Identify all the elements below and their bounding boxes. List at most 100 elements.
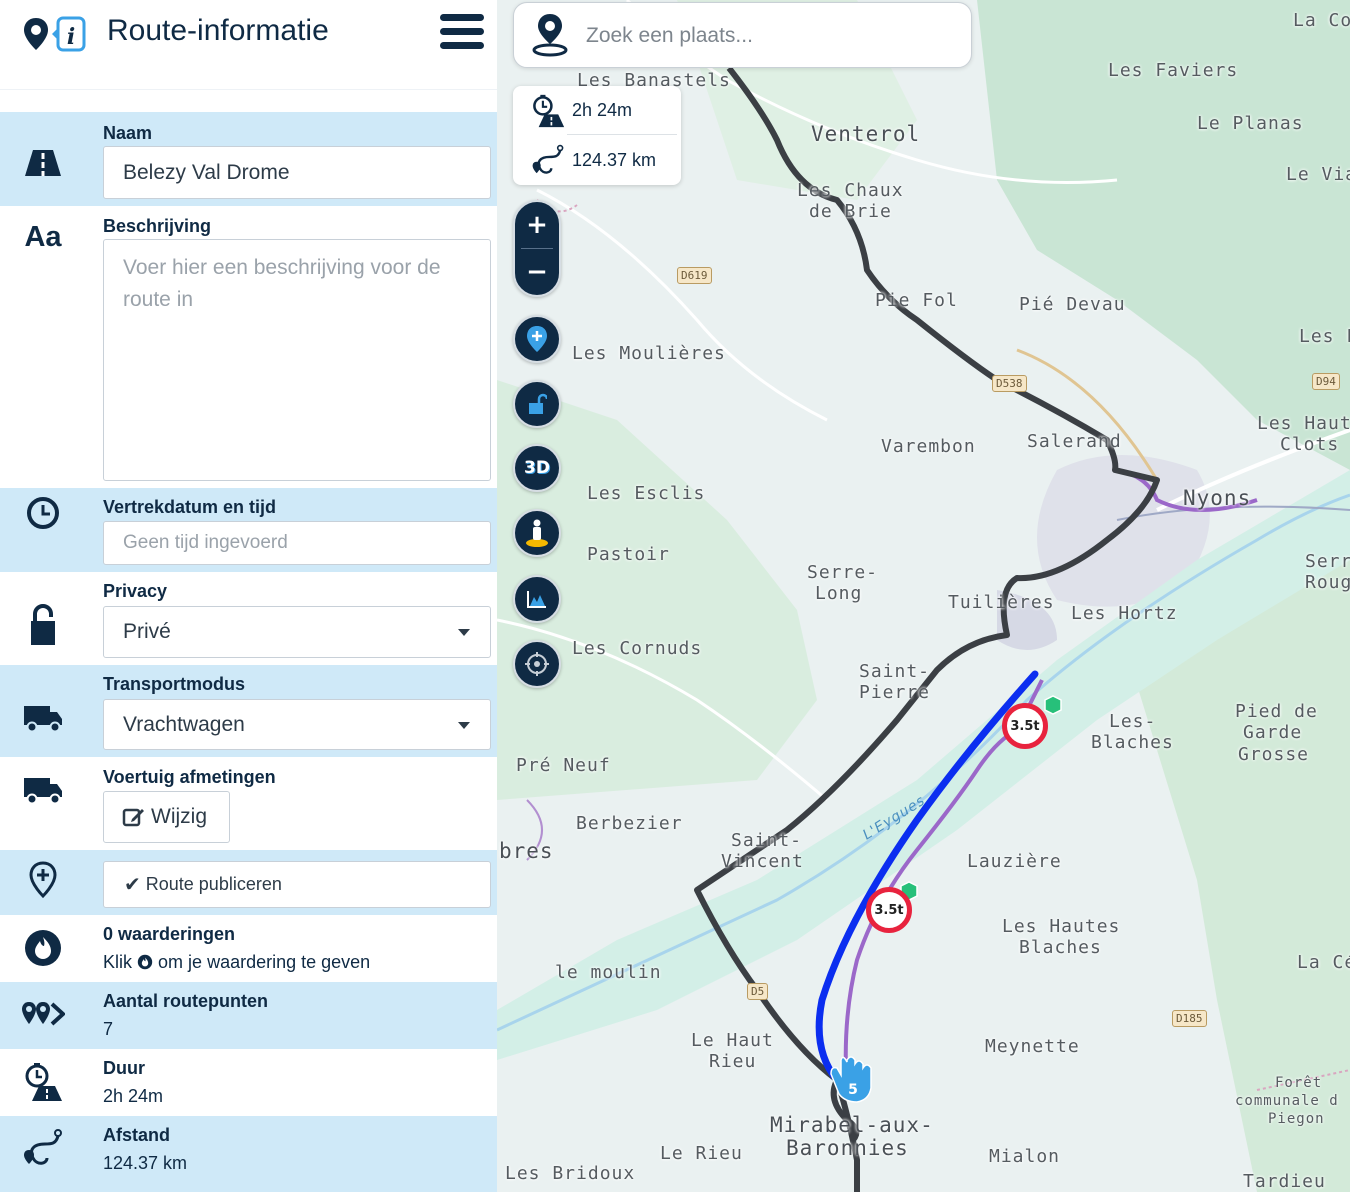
routepunten-label: Aantal routepunten bbox=[103, 991, 268, 1011]
add-location-icon bbox=[527, 326, 547, 352]
place-label: Les Hauts bbox=[1257, 413, 1350, 434]
unlock-icon bbox=[529, 393, 547, 414]
place-label: Mirabel-aux- bbox=[770, 1113, 934, 1137]
place-label: Pie Fol bbox=[875, 290, 958, 311]
distance-icon bbox=[532, 144, 564, 174]
svg-text:5: 5 bbox=[848, 1082, 858, 1098]
waarderingen-label: 0 waarderingen bbox=[103, 924, 236, 944]
app-window: i Route-informatie Naam Belezy Val Drome… bbox=[0, 0, 1350, 1192]
row-publiceren: ✔ Route publiceren bbox=[0, 850, 497, 915]
row-vertrek: Vertrekdatum en tijd bbox=[0, 488, 497, 572]
place-label: bres bbox=[499, 839, 554, 863]
place-label: Clots bbox=[1280, 434, 1340, 455]
waardering-hint: Klik om je waardering te geven bbox=[103, 952, 370, 973]
place-label: Grosse bbox=[1238, 744, 1310, 765]
waardering-hint-before: Klik bbox=[103, 952, 133, 972]
stats-distance: 124.37 km bbox=[572, 150, 657, 170]
wijzig-button[interactable]: Wijzig bbox=[103, 791, 230, 843]
row-naam: Naam Belezy Val Drome bbox=[0, 112, 497, 206]
row-transport: Transportmodus Vrachtwagen bbox=[0, 665, 497, 757]
place-label: Les Hortz bbox=[1071, 603, 1178, 624]
distance-icon bbox=[20, 1126, 66, 1172]
check-icon: ✔ bbox=[124, 874, 141, 896]
svg-text:i: i bbox=[67, 24, 75, 50]
waypoints-icon bbox=[20, 992, 66, 1038]
place-label: Salerand bbox=[1027, 431, 1122, 452]
naam-input[interactable]: Belezy Val Drome bbox=[103, 146, 491, 199]
place-label: Les Cornuds bbox=[572, 638, 703, 659]
place-label: Roug bbox=[1305, 572, 1350, 593]
place-label: Pré Neuf bbox=[516, 755, 611, 776]
naam-label: Naam bbox=[103, 123, 153, 143]
place-search-box bbox=[513, 2, 972, 68]
place-label: Tardieu bbox=[1243, 1171, 1326, 1192]
place-label: Rieu bbox=[709, 1051, 757, 1072]
row-afstand: Afstand 124.37 km bbox=[0, 1116, 497, 1192]
weight-restriction-sign[interactable]: 3.5t bbox=[866, 887, 912, 933]
place-label: Pié Devau bbox=[1019, 294, 1126, 315]
place-label: Blaches bbox=[1091, 732, 1174, 753]
chevron-down-icon bbox=[458, 629, 470, 636]
place-label: Les Hautes bbox=[1002, 916, 1121, 937]
stats-distance-row: 124.37 km bbox=[513, 136, 681, 185]
place-search-input[interactable] bbox=[586, 17, 946, 55]
beschrijving-textarea[interactable] bbox=[103, 239, 491, 481]
zoom-in-button[interactable]: + bbox=[515, 202, 559, 248]
clock-icon bbox=[20, 490, 66, 536]
privacy-select[interactable]: Privé bbox=[103, 606, 491, 658]
stats-divider bbox=[567, 134, 677, 135]
place-label: Les Esclis bbox=[587, 483, 706, 504]
lock-icon bbox=[20, 602, 66, 648]
place-label: Vincent bbox=[721, 851, 804, 872]
place-label: Lauzière bbox=[967, 851, 1062, 872]
place-label: Tuilières bbox=[948, 592, 1055, 613]
route-publiceren-label: Route publiceren bbox=[145, 874, 282, 894]
place-label: La Co bbox=[1293, 10, 1350, 31]
afstand-value: 124.37 km bbox=[103, 1153, 188, 1173]
stats-duration: 2h 24m bbox=[572, 100, 633, 120]
add-waypoint-button[interactable] bbox=[513, 315, 561, 363]
locate-me-button[interactable] bbox=[513, 640, 561, 688]
place-label: Les Moulières bbox=[572, 343, 726, 364]
map-view[interactable]: 5 La Co Les Banastels Les Faviers Le Pla… bbox=[497, 0, 1350, 1192]
menu-bar-icon bbox=[440, 28, 484, 35]
stopwatch-road-icon bbox=[533, 94, 565, 128]
weight-restriction-sign[interactable]: 3.5t bbox=[1002, 703, 1048, 749]
unlock-button[interactable] bbox=[513, 380, 561, 428]
edit-icon bbox=[122, 808, 144, 827]
transport-select[interactable]: Vrachtwagen bbox=[103, 699, 491, 750]
transport-select-value: Vrachtwagen bbox=[123, 712, 245, 736]
route-info-logo-icon: i bbox=[24, 16, 86, 52]
place-label: le moulin bbox=[555, 962, 662, 983]
place-label: Piegon bbox=[1268, 1111, 1325, 1127]
transport-label: Transportmodus bbox=[103, 674, 246, 694]
panel-header: i Route-informatie bbox=[0, 0, 497, 90]
waardering-hint-after: om je waardering te geven bbox=[158, 952, 371, 972]
chevron-down-icon bbox=[458, 721, 470, 729]
elevation-profile-button[interactable] bbox=[513, 575, 561, 623]
route-info-panel: i Route-informatie Naam Belezy Val Drome… bbox=[0, 0, 497, 1192]
3d-label: 3D bbox=[524, 458, 550, 478]
place-label: de Brie bbox=[809, 201, 892, 222]
rating-small-icon[interactable] bbox=[137, 954, 153, 970]
restriction-cube-icon bbox=[1044, 695, 1062, 715]
rating-icon bbox=[20, 925, 66, 971]
place-label: Le Planas bbox=[1197, 113, 1304, 134]
road-shield: D94 bbox=[1312, 373, 1340, 390]
vertrek-input[interactable] bbox=[103, 521, 491, 565]
zoom-out-button[interactable]: − bbox=[515, 249, 559, 295]
place-label: Baronnies bbox=[786, 1136, 909, 1160]
place-label: Saint- bbox=[731, 830, 803, 851]
route-publiceren-button[interactable]: ✔ Route publiceren bbox=[103, 861, 491, 908]
route-stats-card: 2h 24m 124.37 km bbox=[513, 86, 681, 185]
stopwatch-road-icon bbox=[20, 1059, 66, 1105]
vertrek-label: Vertrekdatum en tijd bbox=[103, 497, 277, 517]
place-label: Saint- bbox=[859, 661, 931, 682]
menu-button[interactable] bbox=[440, 14, 484, 54]
menu-bar-icon bbox=[440, 14, 484, 21]
place-label: Les Chaux bbox=[797, 180, 904, 201]
3d-view-button[interactable]: 3D bbox=[513, 444, 561, 492]
street-view-button[interactable] bbox=[513, 509, 561, 557]
place-label: Pastoir bbox=[587, 544, 670, 565]
text-format-icon: Aa bbox=[24, 220, 62, 253]
